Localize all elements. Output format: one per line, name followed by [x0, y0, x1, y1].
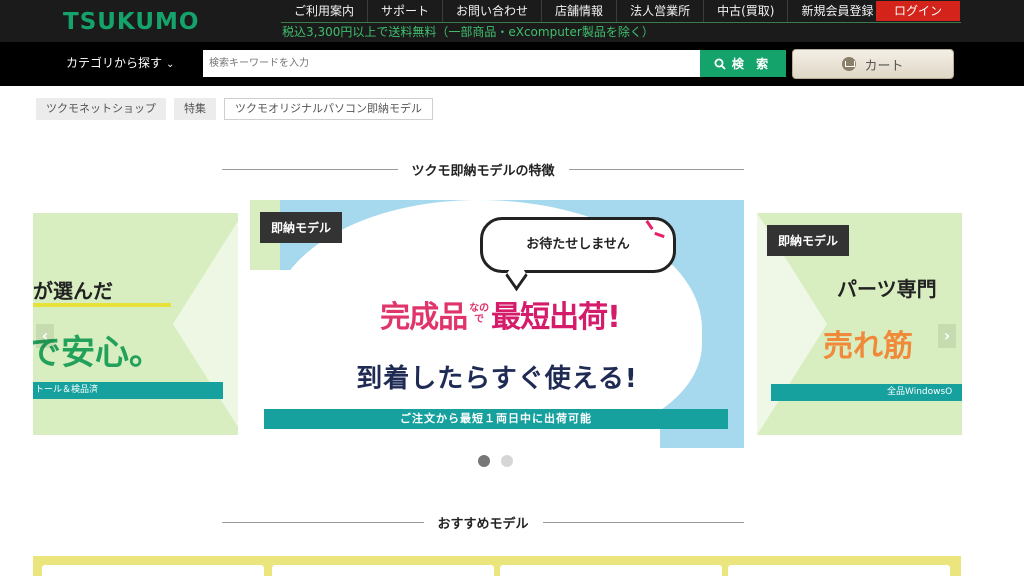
login-button[interactable]: ログイン [876, 1, 960, 21]
recommended-title: おすすめモデル [437, 516, 529, 532]
cart-icon [842, 57, 857, 71]
divider-line [568, 168, 745, 170]
site-logo[interactable]: TSUKUMO [63, 9, 199, 35]
features-title: ツクモ即納モデルの特徴 [411, 163, 555, 179]
slider-dot-2[interactable] [501, 455, 513, 467]
category-menu-button[interactable]: カテゴリから探す ⌄ [66, 54, 174, 71]
breadcrumb-item-feature[interactable]: 特集 [174, 98, 216, 120]
slide-text: パーツ専門 [837, 277, 937, 301]
nav-item-used[interactable]: 中古(買取) [703, 0, 787, 22]
product-card[interactable] [500, 565, 722, 576]
headline-part-2: 最短出荷! [491, 300, 621, 335]
slider-pagination [478, 455, 513, 467]
slide-current[interactable]: 即納モデル お待たせしません 完成品 なので 最短出荷! 到着したらすぐ使える!… [250, 200, 744, 448]
cart-button-label: カート [864, 58, 904, 74]
product-card[interactable] [272, 565, 494, 576]
slide-headline: 完成品 なので 最短出荷! [300, 292, 700, 336]
slide-band: トール＆検品済 [33, 382, 223, 399]
product-card[interactable] [728, 565, 950, 576]
nav-item-guide[interactable]: ご利用案内 [281, 0, 367, 22]
search-button[interactable]: 検 索 [700, 50, 786, 77]
slide-text: が選んだ [33, 279, 113, 303]
slide-underline [33, 303, 171, 307]
headline-connector: なので [469, 303, 490, 325]
nav-item-stores[interactable]: 店舗情報 [541, 0, 616, 22]
slide-subheadline: 到着したらすぐ使える! [356, 364, 638, 394]
speech-bubble: お待たせしません [480, 217, 676, 273]
recommended-heading: おすすめモデル [222, 512, 745, 532]
top-nav: ご利用案内 サポート お問い合わせ 店舗情報 法人営業所 中古(買取) 新規会員… [281, 0, 886, 22]
nav-item-register[interactable]: 新規会員登録 [787, 0, 886, 22]
category-menu-label: カテゴリから探す [66, 56, 163, 70]
headline-part-1: 完成品 [380, 300, 468, 335]
product-card[interactable] [42, 565, 264, 576]
slider-dot-1[interactable] [478, 455, 490, 467]
slide-previous[interactable]: が選んだ で安心。 トール＆検品済 [33, 213, 238, 435]
slider-prev-arrow[interactable]: ‹ [36, 324, 54, 348]
nav-item-contact[interactable]: お問い合わせ [442, 0, 541, 22]
instant-model-tag: 即納モデル [767, 225, 850, 256]
chevron-down-icon: ⌄ [166, 59, 175, 70]
cart-button[interactable]: カート [792, 49, 954, 79]
slide-band: 全品WindowsO [771, 384, 962, 401]
slide-decoration [173, 213, 238, 435]
features-heading: ツクモ即納モデルの特徴 [222, 159, 745, 179]
top-header: TSUKUMO ご利用案内 サポート お問い合わせ 店舗情報 法人営業所 中古(… [0, 0, 1024, 42]
divider-line [542, 521, 745, 523]
slider-next-arrow[interactable]: › [938, 324, 956, 348]
divider-line [222, 521, 424, 523]
logo-area[interactable]: TSUKUMO [33, 0, 280, 42]
divider-line [222, 168, 398, 170]
breadcrumb-item-current: ツクモオリジナルパソコン即納モデル [224, 98, 433, 120]
breadcrumb: ツクモネットショップ 特集 ツクモオリジナルパソコン即納モデル [36, 98, 433, 120]
slide-band: ご注文から最短１両日中に出荷可能 [264, 409, 728, 429]
search-button-label: 検 索 [731, 57, 773, 71]
slide-headline: 売れ筋 [823, 329, 913, 364]
search-icon [714, 58, 726, 70]
breadcrumb-item-shop[interactable]: ツクモネットショップ [36, 98, 166, 120]
nav-item-corporate[interactable]: 法人営業所 [616, 0, 703, 22]
shipping-note: 税込3,300円以上で送料無料（一部商品・eXcomputer製品を除く） [281, 22, 961, 41]
slide-next[interactable]: 即納モデル パーツ専門 売れ筋 全品WindowsO [757, 213, 962, 435]
search-input[interactable] [203, 50, 700, 77]
nav-item-support[interactable]: サポート [367, 0, 442, 22]
instant-model-tag: 即納モデル [260, 212, 343, 243]
